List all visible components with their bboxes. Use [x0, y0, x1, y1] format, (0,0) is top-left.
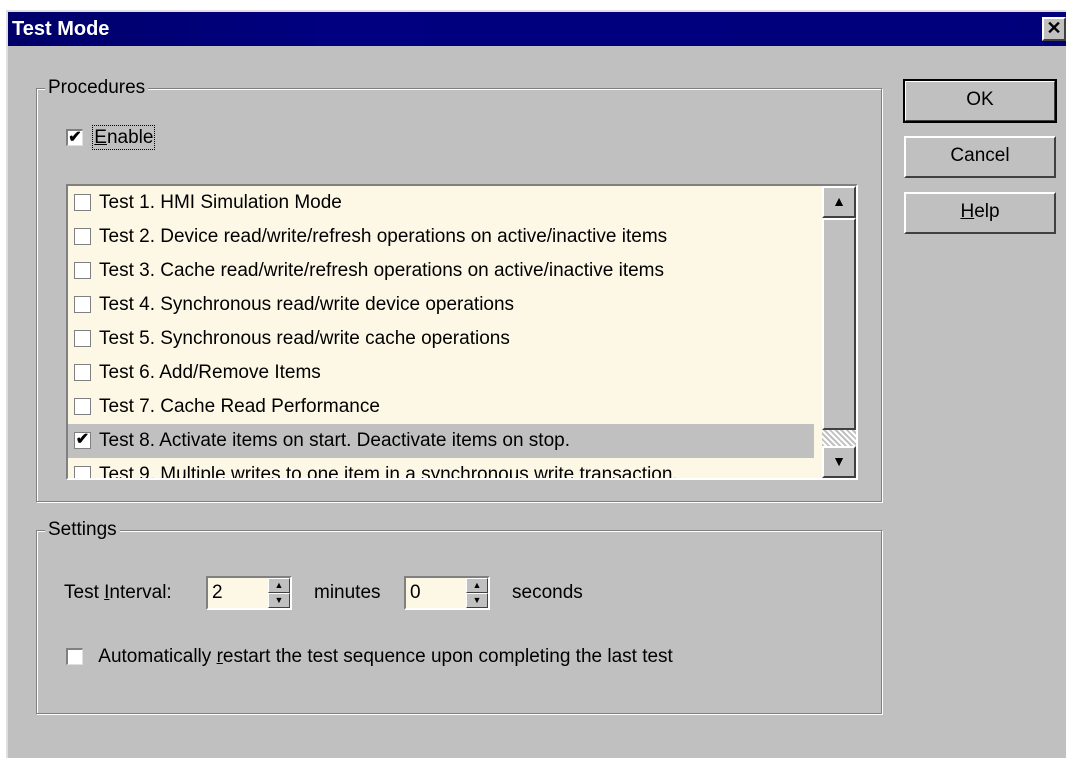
seconds-spinner[interactable]: 0 ▲ ▼: [404, 576, 490, 610]
test-item-label: Test 2. Device read/write/refresh operat…: [99, 226, 668, 247]
test-item-checkbox[interactable]: [74, 398, 91, 416]
test-item-checkbox[interactable]: [74, 296, 91, 314]
help-button[interactable]: Help: [904, 192, 1056, 234]
test-list-item[interactable]: Test 1. HMI Simulation Mode: [68, 186, 814, 220]
minutes-up-button[interactable]: ▲: [268, 578, 290, 593]
spin-down-icon: ▼: [274, 595, 284, 605]
minutes-spin-buttons: ▲ ▼: [268, 578, 290, 608]
test-item-label: Test 3. Cache read/write/refresh operati…: [99, 260, 664, 281]
seconds-value[interactable]: 0: [410, 578, 421, 608]
tests-list: Test 1. HMI Simulation Mode Test 2. Devic…: [68, 186, 856, 480]
test-interval-label: Test Interval:: [64, 582, 172, 603]
minutes-label: minutes: [314, 582, 381, 603]
spin-up-icon: ▲: [472, 580, 482, 590]
scroll-track[interactable]: [822, 430, 856, 446]
auto-restart-checkbox[interactable]: Automatically restart the test sequence …: [66, 642, 673, 672]
test-item-label: Test 7. Cache Read Performance: [99, 396, 380, 417]
test-list-item[interactable]: Test 6. Add/Remove Items: [68, 356, 814, 390]
test-mode-dialog: Test Mode ✕ Procedures ✔ Enable Test 1. …: [6, 10, 1066, 758]
tests-listbox[interactable]: Test 1. HMI Simulation Mode Test 2. Devic…: [66, 184, 858, 480]
minutes-spinner[interactable]: 2 ▲ ▼: [206, 576, 292, 610]
test-list-item[interactable]: Test 5. Synchronous read/write cache ope…: [68, 322, 814, 356]
window-title: Test Mode: [12, 18, 110, 40]
test-item-checkbox[interactable]: [74, 228, 91, 246]
scroll-up-icon: ▲: [832, 193, 846, 209]
spin-up-icon: ▲: [274, 580, 284, 590]
scroll-thumb[interactable]: [822, 218, 856, 430]
enable-checkbox[interactable]: ✔ Enable: [66, 124, 156, 152]
test-item-label: Test 4. Synchronous read/write device op…: [99, 294, 515, 315]
settings-group: Settings: [36, 518, 882, 714]
test-list-item[interactable]: Test 2. Device read/write/refresh operat…: [68, 220, 814, 254]
check-icon: ✔: [68, 129, 82, 147]
auto-restart-label: Automatically restart the test sequence …: [98, 646, 673, 667]
close-button[interactable]: ✕: [1042, 17, 1066, 41]
test-list-item[interactable]: Test 9. Multiple writes to one item in a…: [68, 458, 814, 480]
test-item-checkbox[interactable]: [74, 194, 91, 212]
scroll-up-button[interactable]: ▲: [822, 186, 856, 218]
test-item-checkbox[interactable]: ✔: [74, 431, 91, 450]
test-list-item[interactable]: Test 3. Cache read/write/refresh operati…: [68, 254, 814, 288]
test-item-checkbox[interactable]: [74, 364, 91, 382]
auto-restart-check-box[interactable]: [66, 648, 83, 666]
seconds-label: seconds: [512, 582, 583, 603]
test-item-label: Test 9. Multiple writes to one item in a…: [99, 464, 678, 480]
test-item-label: Test 8. Activate items on start. Deactiv…: [99, 430, 570, 451]
test-item-label: Test 5. Synchronous read/write cache ope…: [99, 328, 510, 349]
title-bar: Test Mode ✕: [8, 12, 1066, 46]
seconds-spin-buttons: ▲ ▼: [466, 578, 488, 608]
test-item-label: Test 6. Add/Remove Items: [99, 362, 321, 383]
enable-label: Enable: [92, 125, 156, 150]
test-item-checkbox[interactable]: [74, 466, 91, 478]
test-list-item[interactable]: Test 4. Synchronous read/write device op…: [68, 288, 814, 322]
ok-button[interactable]: OK: [903, 79, 1057, 123]
test-list-item[interactable]: ✔ Test 8. Activate items on start. Deacti…: [68, 424, 814, 458]
tests-scrollbar[interactable]: ▲ ▼: [822, 186, 856, 478]
procedures-legend: Procedures: [45, 76, 149, 100]
scroll-down-icon: ▼: [832, 453, 846, 469]
test-list-item[interactable]: Test 7. Cache Read Performance: [68, 390, 814, 424]
enable-check-box[interactable]: ✔: [66, 129, 83, 147]
close-icon: ✕: [1046, 18, 1062, 38]
check-icon: ✔: [75, 431, 90, 449]
test-item-checkbox[interactable]: [74, 262, 91, 280]
settings-legend: Settings: [45, 518, 120, 542]
cancel-button[interactable]: Cancel: [904, 136, 1056, 178]
spin-down-icon: ▼: [472, 595, 482, 605]
test-item-label: Test 1. HMI Simulation Mode: [99, 192, 342, 213]
seconds-up-button[interactable]: ▲: [466, 578, 488, 593]
test-item-checkbox[interactable]: [74, 330, 91, 348]
seconds-down-button[interactable]: ▼: [466, 593, 488, 608]
scroll-down-button[interactable]: ▼: [822, 446, 856, 478]
minutes-down-button[interactable]: ▼: [268, 593, 290, 608]
minutes-value[interactable]: 2: [212, 578, 223, 608]
